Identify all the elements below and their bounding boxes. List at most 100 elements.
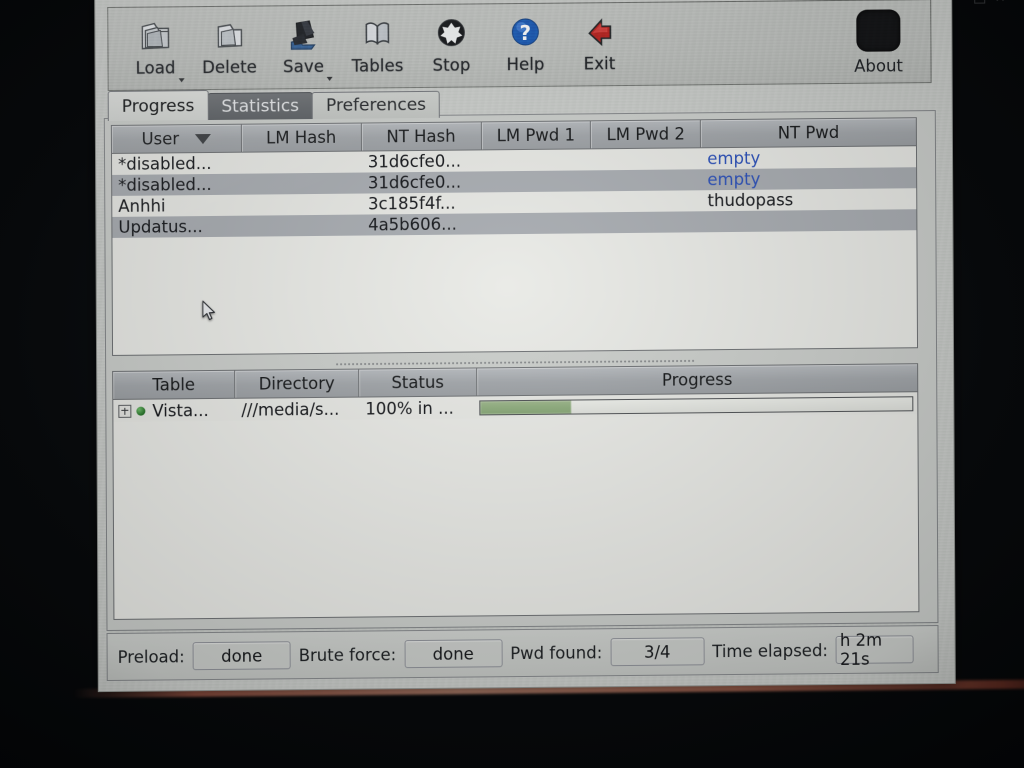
save-disk-icon <box>280 13 326 57</box>
toolbar-button-tables[interactable]: Tables <box>340 8 414 85</box>
rainbow-tables-table: Table Directory Status Progress Vista... ///… <box>112 363 920 620</box>
toolbar-label-help: Help <box>506 54 545 75</box>
progress-bar <box>479 395 914 415</box>
expand-plus-icon[interactable] <box>118 404 132 418</box>
users-cell-user: *disabled... <box>118 153 212 174</box>
tables-column-header-status[interactable]: Status <box>359 368 478 397</box>
toolbar-button-stop[interactable]: Stop <box>414 7 488 84</box>
users-cell-lm-pwd-1 <box>482 202 592 203</box>
preload-value: done <box>192 641 291 671</box>
users-cell-user: Anhhi <box>118 196 166 216</box>
column-header-label: LM Pwd 1 <box>496 125 576 146</box>
users-cell-lm-pwd-1 <box>482 160 592 161</box>
about-icon <box>856 9 901 52</box>
users-cell-lm-pwd-1 <box>482 181 592 182</box>
maximize-icon[interactable] <box>973 0 985 4</box>
users-cell-lm-pwd-2 <box>592 180 702 181</box>
users-cell-user: *disabled... <box>118 174 212 195</box>
pwd-found-label: Pwd found: <box>510 642 603 663</box>
users-cell-lm-hash <box>242 183 362 184</box>
users-cell-nt-hash: 3c185f4f... <box>367 193 456 214</box>
preload-label: Preload: <box>117 646 185 667</box>
users-cell-nt-pwd: empty <box>707 169 761 190</box>
column-header-label: Status <box>391 372 445 393</box>
users-cell-nt-hash: 4a5b606... <box>368 214 457 235</box>
tables-column-header-progress[interactable]: Progress <box>477 364 918 396</box>
column-header-label: LM Pwd 2 <box>606 124 685 145</box>
users-cell-lm-hash <box>242 225 362 226</box>
toolbar-button-delete[interactable]: Delete <box>192 9 266 86</box>
toolbar-label-save: Save <box>283 56 325 77</box>
users-cell-lm-hash <box>242 162 362 163</box>
toolbar: Load Delete Save Tables Stop ? Help Exit… <box>107 0 932 91</box>
toolbar-label-exit: Exit <box>583 54 616 74</box>
users-cell-nt-hash: 31d6cfe0... <box>367 172 462 193</box>
tab-bar: Progress Statistics Preferences <box>107 89 441 121</box>
toolbar-button-load[interactable]: Load <box>118 10 192 87</box>
progress-bar-fill <box>480 400 572 414</box>
load-dropdown-caret-icon[interactable] <box>178 78 185 83</box>
brute-force-value: done <box>404 639 503 669</box>
save-dropdown-caret-icon[interactable] <box>326 76 333 81</box>
brute-force-label: Brute force: <box>298 644 397 665</box>
tab-statistics-label: Statistics <box>221 96 300 117</box>
users-cell-nt-pwd <box>702 220 917 222</box>
sort-descending-icon <box>195 133 212 144</box>
toolbar-label-about: About <box>854 56 903 76</box>
toolbar-button-exit[interactable]: Exit <box>562 6 636 83</box>
svg-text:?: ? <box>520 21 532 45</box>
column-header-label: NT Hash <box>386 126 456 147</box>
table-name-label: Vista... <box>152 400 209 421</box>
toolbar-label-load: Load <box>135 58 176 78</box>
users-cell-nt-pwd: thudopass <box>707 190 794 211</box>
time-elapsed-value: h 2m 21s <box>835 631 915 669</box>
tab-preferences[interactable]: Preferences <box>311 90 441 120</box>
desktop-window-controls-top: – × <box>957 0 1006 5</box>
toolbar-label-delete: Delete <box>202 57 258 78</box>
status-bar: Preload: done Brute force: done Pwd foun… <box>106 625 939 682</box>
users-column-header-lm-pwd-2[interactable]: LM Pwd 2 <box>591 120 702 149</box>
tab-preferences-label: Preferences <box>325 94 427 116</box>
users-column-header-user[interactable]: User <box>111 124 242 153</box>
toolbar-button-about[interactable]: About <box>836 3 920 80</box>
toolbar-button-save[interactable]: Save <box>266 9 340 86</box>
time-elapsed-label: Time elapsed: <box>712 640 829 661</box>
toolbar-label-tables: Tables <box>351 56 404 76</box>
users-column-header-nt-hash[interactable]: NT Hash <box>361 122 482 151</box>
users-cell-nt-hash: 31d6cfe0... <box>367 151 462 172</box>
close-icon[interactable]: × <box>995 0 1006 5</box>
users-table: User LM Hash NT Hash LM Pwd 1 LM Pwd 2 NT Pwd… <box>110 117 919 356</box>
column-header-label: Table <box>152 375 196 395</box>
ophcrack-main-window: – × Load <box>94 0 1024 693</box>
table-status-indicator-icon <box>136 406 146 416</box>
pwd-found-value: 3/4 <box>610 637 705 667</box>
column-header-label: User <box>141 129 180 149</box>
stop-x-circle-icon <box>428 11 474 55</box>
tables-cell-status: 100% in ... <box>365 398 454 419</box>
tab-progress[interactable]: Progress <box>107 90 209 121</box>
exit-arrow-icon <box>576 10 622 54</box>
toolbar-button-help[interactable]: ? Help <box>488 7 562 84</box>
delete-folder-icon <box>206 14 252 58</box>
minimize-icon[interactable]: – <box>957 0 964 5</box>
users-cell-nt-pwd: empty <box>707 148 761 169</box>
column-header-label: Progress <box>661 370 733 390</box>
users-column-header-lm-pwd-1[interactable]: LM Pwd 1 <box>481 121 592 150</box>
tables-column-header-table[interactable]: Table <box>113 370 236 399</box>
open-book-icon <box>354 12 400 56</box>
column-header-label: Directory <box>258 373 335 394</box>
splitter-grip-icon <box>335 359 696 366</box>
users-cell-lm-pwd-2 <box>592 222 702 223</box>
users-cell-user: Updatus... <box>118 217 203 237</box>
users-table-body: *disabled... 31d6cfe0... empty *disabled...… <box>112 146 917 238</box>
tab-progress-label: Progress <box>121 95 195 117</box>
users-column-header-lm-hash[interactable]: LM Hash <box>241 123 362 152</box>
progress-tab-panel: User LM Hash NT Hash LM Pwd 1 LM Pwd 2 NT Pwd… <box>103 110 939 632</box>
users-column-header-nt-pwd[interactable]: NT Pwd <box>701 118 916 148</box>
users-cell-lm-hash <box>242 204 362 205</box>
users-cell-lm-pwd-2 <box>591 159 701 160</box>
column-header-label: LM Hash <box>266 127 337 148</box>
tab-statistics[interactable]: Statistics <box>207 92 314 121</box>
tables-column-header-directory[interactable]: Directory <box>235 369 360 398</box>
toolbar-label-stop: Stop <box>432 55 471 75</box>
